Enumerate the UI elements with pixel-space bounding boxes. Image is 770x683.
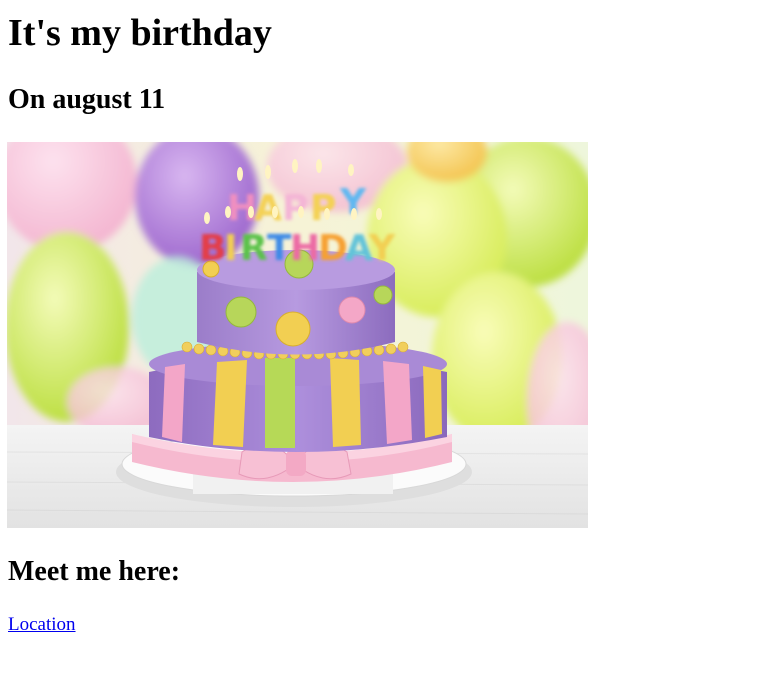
svg-text:Y: Y	[368, 228, 396, 269]
svg-text:H: H	[290, 228, 320, 269]
date-heading: On august 11	[8, 84, 166, 115]
svg-text:A: A	[254, 188, 282, 229]
meet-heading: Meet me here:	[8, 556, 181, 587]
svg-text:P: P	[282, 188, 308, 229]
birthday-cake-photo: H A P P Y B I R T H D A Y	[7, 142, 588, 528]
svg-text:P: P	[310, 188, 336, 229]
svg-text:R: R	[240, 228, 268, 269]
svg-text:B: B	[199, 228, 226, 269]
location-link[interactable]: Location	[8, 614, 76, 636]
svg-text:D: D	[318, 228, 348, 269]
page-title: It's my birthday	[8, 12, 272, 54]
svg-text:I: I	[224, 228, 237, 269]
svg-text:T: T	[267, 228, 292, 269]
